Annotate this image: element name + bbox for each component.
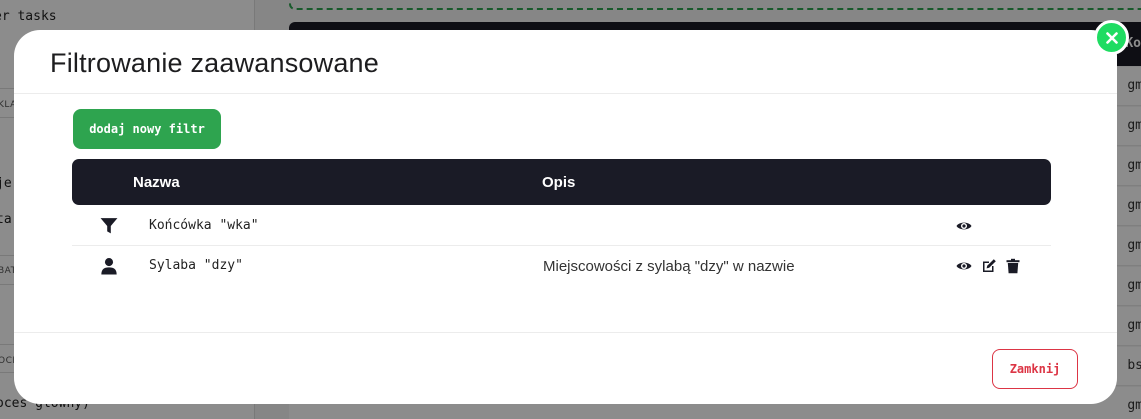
eye-icon[interactable] bbox=[956, 218, 972, 234]
eye-icon[interactable] bbox=[956, 258, 972, 274]
close-modal-button[interactable]: Zamknij bbox=[992, 349, 1078, 389]
filters-table-header: Nazwa Opis bbox=[72, 159, 1051, 205]
edit-icon[interactable] bbox=[981, 258, 997, 274]
filter-icon bbox=[100, 218, 118, 234]
close-icon-button[interactable] bbox=[1094, 20, 1129, 55]
column-header-name: Nazwa bbox=[133, 174, 180, 191]
column-header-description: Opis bbox=[542, 174, 576, 191]
advanced-filter-modal: Filtrowanie zaawansowane dodaj nowy filt… bbox=[14, 30, 1117, 404]
table-row: Sylaba "dzy" Miejscowości z sylabą "dzy"… bbox=[72, 246, 1051, 286]
modal-footer-divider bbox=[14, 332, 1117, 333]
add-filter-button[interactable]: dodaj nowy filtr bbox=[73, 109, 221, 149]
modal-title: Filtrowanie zaawansowane bbox=[50, 48, 379, 78]
filter-name: Końcówka "wka" bbox=[149, 218, 259, 233]
user-icon bbox=[101, 258, 117, 275]
trash-icon[interactable] bbox=[1005, 258, 1021, 274]
modal-header-divider bbox=[14, 93, 1117, 94]
close-icon bbox=[1105, 31, 1118, 44]
filter-name: Sylaba "dzy" bbox=[149, 258, 243, 273]
filter-description: Miejscowości z sylabą "dzy" w nazwie bbox=[543, 258, 795, 275]
table-row: Końcówka "wka" bbox=[72, 206, 1051, 246]
